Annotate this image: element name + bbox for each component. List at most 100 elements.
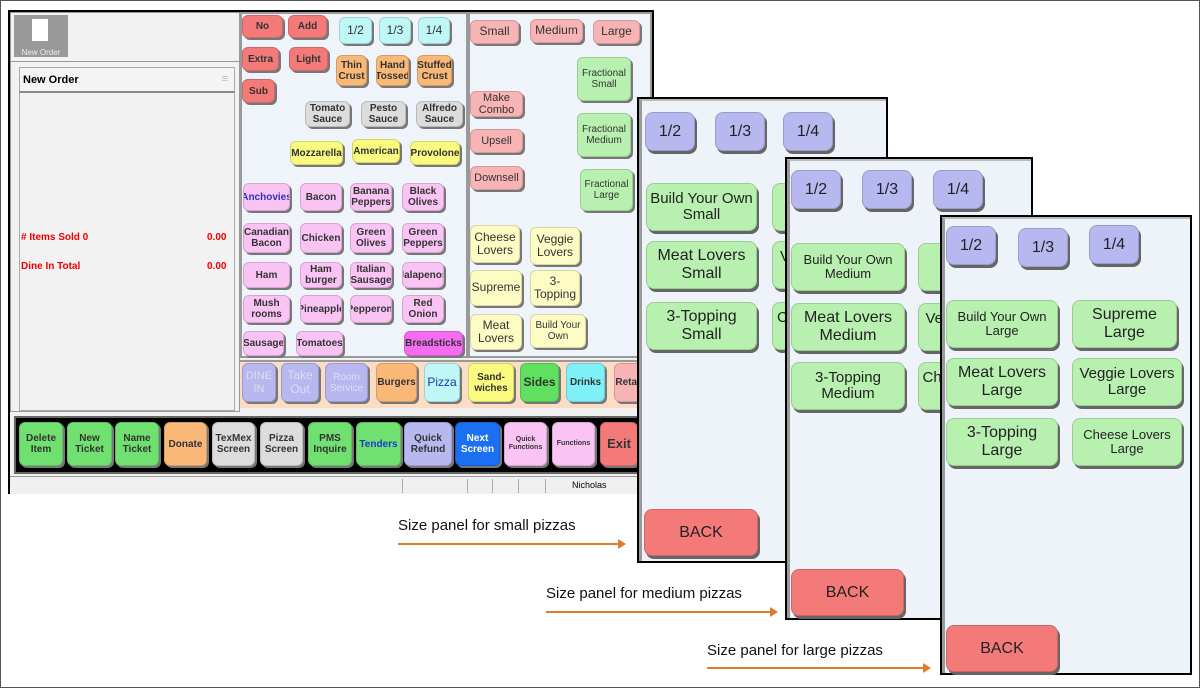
upsell-button[interactable]: Upsell bbox=[470, 129, 523, 153]
topping-button[interactable]: Green Olives bbox=[350, 223, 392, 253]
specialty-button[interactable]: 3- Topping bbox=[530, 270, 580, 306]
size-item-button[interactable]: Meat Lovers Large bbox=[946, 358, 1058, 406]
topping-button[interactable]: Italian Sausage bbox=[350, 262, 392, 288]
breadsticks-button[interactable]: Breadsticks bbox=[404, 331, 463, 356]
function-button[interactable]: PMS Inquire bbox=[308, 422, 352, 466]
sub-button[interactable]: Sub bbox=[242, 79, 275, 103]
back-button[interactable]: BACK bbox=[791, 569, 904, 616]
topping-button[interactable]: Green Peppers bbox=[402, 223, 444, 253]
fraction-button[interactable]: 1/2 bbox=[645, 112, 695, 151]
function-button[interactable]: TexMex Screen bbox=[212, 422, 255, 466]
topping-button[interactable]: Pepperoni bbox=[350, 295, 392, 323]
category-button[interactable]: Take Out bbox=[281, 363, 319, 402]
fraction-button[interactable]: 1/2 bbox=[946, 226, 996, 265]
fraction-button[interactable]: 1/3 bbox=[715, 112, 765, 151]
sauce-button[interactable]: Alfredo Sauce bbox=[416, 101, 463, 127]
fraction-button[interactable]: 1/3 bbox=[862, 170, 912, 209]
size-medium-button[interactable]: Medium bbox=[530, 19, 583, 43]
no-button[interactable]: No bbox=[242, 15, 283, 38]
size-item-button[interactable]: Meat Lovers Medium bbox=[791, 303, 905, 351]
fraction-button[interactable]: 1/4 bbox=[1089, 225, 1139, 264]
size-large-button[interactable]: Large bbox=[593, 20, 640, 44]
crust-button[interactable]: Stuffed Crust bbox=[417, 55, 452, 86]
size-item-button[interactable]: 3-Topping Medium bbox=[791, 362, 905, 410]
topping-button[interactable]: Chicken bbox=[300, 223, 342, 253]
topping-button[interactable]: Red Onion bbox=[402, 295, 444, 323]
fractional-large-button[interactable]: Fractional Large bbox=[580, 169, 633, 211]
cheese-button[interactable]: American bbox=[352, 139, 400, 163]
function-button[interactable]: Quick Functions bbox=[504, 422, 547, 466]
sauce-button[interactable]: Pesto Sauce bbox=[361, 101, 406, 127]
quarter-button[interactable]: 1/4 bbox=[418, 17, 450, 44]
category-button[interactable]: Room Service bbox=[325, 363, 368, 402]
topping-button[interactable]: Mush rooms bbox=[243, 295, 290, 323]
fraction-button[interactable]: 1/3 bbox=[1018, 228, 1068, 267]
function-button[interactable]: Donate bbox=[164, 422, 207, 466]
sauce-button[interactable]: Tomato Sauce bbox=[305, 101, 350, 127]
category-button[interactable]: Burgers bbox=[376, 363, 417, 402]
function-button[interactable]: Quick Refund bbox=[404, 422, 452, 466]
add-button[interactable]: Add bbox=[288, 15, 327, 38]
size-item-button[interactable]: Supreme Large bbox=[1072, 300, 1177, 348]
size-item-button[interactable]: Build Your Own Medium bbox=[791, 243, 905, 291]
list-icon[interactable]: ≡ bbox=[222, 73, 228, 85]
fraction-button[interactable]: 1/4 bbox=[783, 112, 833, 151]
extra-button[interactable]: Extra bbox=[242, 47, 279, 71]
topping-button[interactable]: Black Olives bbox=[402, 183, 444, 211]
downsell-button[interactable]: Downsell bbox=[470, 166, 523, 190]
function-button[interactable]: Delete Item bbox=[19, 422, 63, 466]
function-button[interactable]: Exit bbox=[600, 422, 638, 466]
topping-button[interactable]: Ham burger bbox=[300, 262, 342, 288]
back-button[interactable]: BACK bbox=[946, 625, 1058, 672]
size-item-button[interactable]: Build Your Own Small bbox=[646, 183, 757, 231]
function-button[interactable]: Tenders bbox=[356, 422, 401, 466]
category-button[interactable]: Sand- wiches bbox=[468, 363, 514, 402]
function-button[interactable]: Name Ticket bbox=[115, 422, 159, 466]
half-button[interactable]: 1/2 bbox=[339, 17, 372, 44]
function-button[interactable]: New Ticket bbox=[67, 422, 112, 466]
fractional-small-button[interactable]: Fractional Small bbox=[577, 57, 631, 101]
size-item-button[interactable]: 3-Topping Small bbox=[646, 302, 757, 350]
function-button[interactable]: Next Screen bbox=[455, 422, 500, 466]
size-item-button[interactable]: 3-Topping Large bbox=[946, 418, 1058, 466]
topping-button[interactable]: Sausage bbox=[243, 331, 284, 356]
topping-button[interactable]: Bacon bbox=[300, 183, 342, 211]
make-combo-button[interactable]: Make Combo bbox=[470, 91, 523, 117]
topping-button[interactable]: Pineapple bbox=[300, 295, 342, 323]
category-button[interactable]: Sides bbox=[520, 363, 559, 402]
crust-button[interactable]: Thin Crust bbox=[336, 55, 367, 86]
size-item-button[interactable]: Cheese Lovers Large bbox=[1072, 418, 1182, 466]
fraction-button[interactable]: 1/4 bbox=[933, 170, 983, 209]
fraction-button[interactable]: 1/2 bbox=[791, 170, 841, 209]
new-order-logo-icon[interactable]: New Order bbox=[14, 15, 68, 57]
light-button[interactable]: Light bbox=[289, 47, 328, 71]
category-button[interactable]: Pizza bbox=[424, 363, 460, 402]
specialty-button[interactable]: Meat Lovers bbox=[470, 314, 522, 350]
crust-button[interactable]: Hand Tossed bbox=[376, 55, 409, 86]
topping-button[interactable]: Tomatoes bbox=[296, 331, 343, 356]
size-item-button[interactable]: Veggie Lovers Large bbox=[1072, 358, 1182, 406]
topping-button[interactable]: Jalapenos bbox=[402, 262, 444, 288]
specialty-button[interactable]: Cheese Lovers bbox=[470, 225, 520, 263]
specialty-button[interactable]: Veggie Lovers bbox=[530, 227, 580, 265]
function-button[interactable]: Pizza Screen bbox=[260, 422, 303, 466]
cheese-button[interactable]: Provolone bbox=[410, 141, 460, 165]
category-button[interactable]: Drinks bbox=[566, 363, 605, 402]
user-name: Nicholas bbox=[572, 480, 607, 490]
specialty-button[interactable]: Supreme bbox=[470, 270, 522, 306]
size-item-button[interactable]: Meat Lovers Small bbox=[646, 241, 757, 289]
third-button[interactable]: 1/3 bbox=[379, 17, 411, 44]
topping-button[interactable]: Canadian Bacon bbox=[243, 223, 290, 253]
arrow-medium bbox=[546, 607, 778, 617]
specialty-button[interactable]: Build Your Own bbox=[530, 314, 586, 348]
topping-button[interactable]: Banana Peppers bbox=[350, 183, 392, 211]
size-small-button[interactable]: Small bbox=[470, 20, 519, 44]
topping-button[interactable]: Anchovies bbox=[243, 183, 290, 211]
size-item-button[interactable]: Build Your Own Large bbox=[946, 300, 1058, 348]
function-button[interactable]: Functions bbox=[552, 422, 595, 466]
fractional-medium-button[interactable]: Fractional Medium bbox=[577, 113, 631, 157]
category-button[interactable]: DINE IN bbox=[242, 363, 276, 402]
cheese-button[interactable]: Mozzarella bbox=[290, 141, 343, 165]
topping-button[interactable]: Ham bbox=[243, 262, 290, 288]
back-button[interactable]: BACK bbox=[644, 509, 758, 556]
